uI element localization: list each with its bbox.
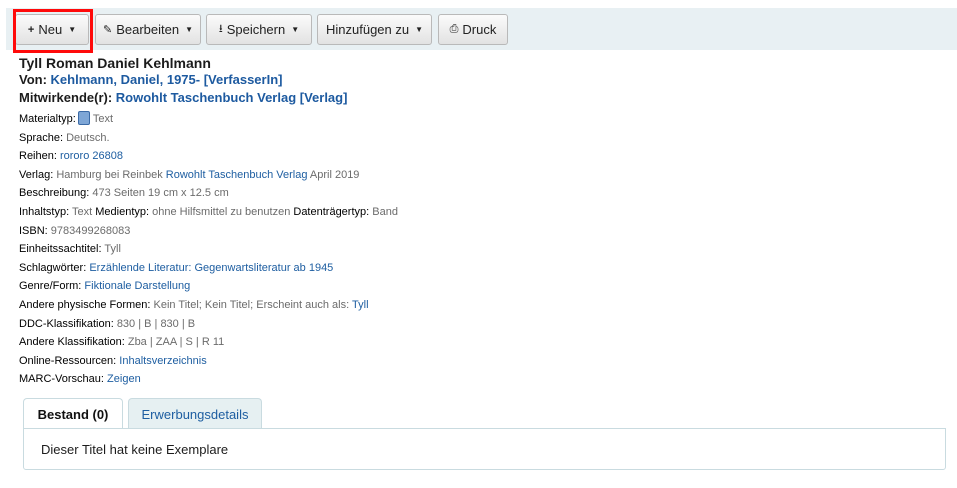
add-to-button-label: Hinzufügen zu — [325, 22, 410, 37]
edit-button[interactable]: ✎ Bearbeiten ▼ — [95, 14, 201, 45]
isbn-label: ISBN: — [19, 224, 48, 237]
other-class-value: Zba | ZAA | S | R 11 — [127, 336, 225, 349]
series-row: Reihen: rororo 26808 — [19, 147, 949, 166]
save-button-label: Speichern — [226, 22, 286, 37]
language-value: Deutsch. — [66, 131, 110, 144]
genre-row: Genre/Form: Fiktionale Darstellung — [19, 277, 949, 296]
caret-down-icon: ▼ — [185, 25, 194, 34]
carrier-type-value: Band — [372, 205, 398, 218]
content-type-label: Inhaltstyp: — [19, 205, 70, 218]
book-icon — [77, 111, 90, 125]
caret-down-icon: ▼ — [291, 25, 300, 34]
other-forms-label: Andere physische Formen: — [19, 298, 151, 311]
material-label: Materialtyp: — [19, 113, 76, 125]
record-title: Tyll Roman Daniel Kehlmann — [19, 55, 211, 71]
content-type-row: Inhaltstyp: Text Medientyp: ohne Hilfsmi… — [19, 203, 949, 222]
highlight-box — [13, 9, 93, 53]
add-to-button[interactable]: Hinzufügen zu ▼ — [317, 14, 432, 45]
ddc-label: DDC-Klassifikation: — [19, 317, 114, 330]
publisher-date: April 2019 — [309, 168, 360, 181]
uniform-title-label: Einheitssachtitel: — [19, 243, 102, 256]
edit-button-label: Bearbeiten — [116, 22, 180, 37]
isbn-value: 9783499268083 — [50, 224, 131, 237]
save-button[interactable]: ⭳ Speichern ▼ — [206, 14, 312, 45]
author-line: Von: Kehlmann, Daniel, 1975- [VerfasserI… — [19, 71, 949, 89]
toolbar: + Neu ▼ ✎ Bearbeiten ▼ ⭳ Speichern ▼ Hin… — [6, 8, 957, 50]
subjects-label: Schlagwörter: — [19, 261, 87, 274]
pencil-icon: ✎ — [102, 24, 113, 36]
media-type-label: Medientyp: — [95, 205, 150, 218]
description-label: Beschreibung: — [19, 187, 90, 200]
other-forms-value: Kein Titel; Kein Titel; Erscheint auch a… — [153, 298, 350, 311]
genre-label: Genre/Form: — [19, 280, 82, 293]
other-class-label: Andere Klassifikation: — [19, 336, 125, 349]
publisher-place: Hamburg bei Reinbek — [56, 168, 163, 181]
series-link[interactable]: rororo 26808 — [60, 150, 123, 162]
genre-link[interactable]: Fiktionale Darstellung — [84, 280, 190, 292]
no-items-message: Dieser Titel hat keine Exemplare — [41, 442, 229, 457]
other-forms-row: Andere physische Formen: Kein Titel; Kei… — [19, 296, 949, 315]
subjects-row: Schlagwörter: Erzählende Literatur: Gege… — [19, 259, 949, 278]
contributors-line: Mitwirkende(r): Rowohlt Taschenbuch Verl… — [19, 89, 949, 107]
online-link[interactable]: Inhaltsverzeichnis — [119, 355, 206, 367]
author-link[interactable]: Kehlmann, Daniel, 1975- [VerfasserIn] — [51, 72, 283, 87]
carrier-type-label: Datenträgertyp: — [293, 205, 370, 218]
isbn-row: ISBN: 9783499268083 — [19, 222, 949, 241]
online-label: Online-Ressourcen: — [19, 354, 117, 367]
description-value: 473 Seiten 19 cm x 12.5 cm — [92, 187, 229, 200]
description-row: Beschreibung: 473 Seiten 19 cm x 12.5 cm — [19, 184, 949, 203]
subjects-link[interactable]: Erzählende Literatur: Gegenwartsliteratu… — [89, 262, 333, 274]
ddc-value: 830 | B | 830 | B — [116, 317, 196, 330]
content-type-value: Text — [72, 205, 93, 218]
publisher-label: Verlag: — [19, 168, 54, 181]
language-label: Sprache: — [19, 131, 64, 144]
series-label: Reihen: — [19, 150, 57, 163]
media-type-value: ohne Hilfsmittel zu benutzen — [152, 205, 291, 218]
record-details: Tyll Roman Daniel Kehlmann Von: Kehlmann… — [19, 55, 949, 389]
print-button-label: Druck — [462, 22, 497, 37]
print-icon: ⎙ — [449, 23, 459, 35]
download-icon: ⭳ — [218, 23, 223, 35]
contributors-link[interactable]: Rowohlt Taschenbuch Verlag [Verlag] — [116, 90, 348, 105]
marc-link[interactable]: Zeigen — [107, 373, 141, 385]
publisher-row: Verlag: Hamburg bei Reinbek Rowohlt Tasc… — [19, 166, 949, 185]
material-row: Materialtyp: Text — [19, 110, 949, 129]
language-row: Sprache: Deutsch. — [19, 129, 949, 148]
publisher-link[interactable]: Rowohlt Taschenbuch Verlag — [166, 169, 308, 181]
contributors-prefix: Mitwirkende(r): — [19, 90, 113, 105]
print-button[interactable]: ⎙ Druck — [438, 14, 508, 45]
tab-acquisitions[interactable]: Erwerbungsdetails — [128, 398, 262, 429]
marc-label: MARC-Vorschau: — [19, 373, 104, 386]
material-value: Text — [92, 113, 114, 125]
online-row: Online-Ressourcen: Inhaltsverzeichnis — [19, 352, 949, 371]
ddc-row: DDC-Klassifikation: 830 | B | 830 | B — [19, 315, 949, 334]
other-class-row: Andere Klassifikation: Zba | ZAA | S | R… — [19, 333, 949, 352]
uniform-title-row: Einheitssachtitel: Tyll — [19, 240, 949, 259]
tab-panel: Dieser Titel hat keine Exemplare — [23, 428, 946, 470]
tab-holdings[interactable]: Bestand (0) — [23, 398, 123, 429]
other-forms-link[interactable]: Tyll — [352, 299, 369, 311]
author-prefix: Von: — [19, 72, 47, 87]
marc-row: MARC-Vorschau: Zeigen — [19, 370, 949, 389]
caret-down-icon: ▼ — [415, 25, 424, 34]
uniform-title-value: Tyll — [104, 243, 121, 256]
